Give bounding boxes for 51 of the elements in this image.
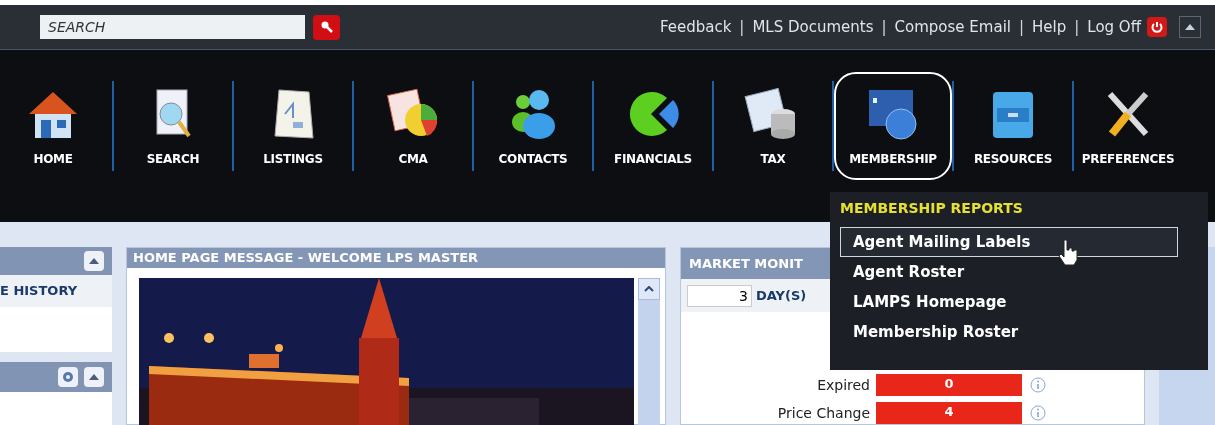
nav-item[interactable]: RESOURCES — [954, 72, 1072, 180]
days-label: DAY(S) — [756, 286, 807, 305]
separator: | — [739, 16, 745, 38]
info-icon — [1030, 377, 1046, 393]
nav-item[interactable]: TAX — [714, 72, 832, 180]
menu-item[interactable]: Agent Roster — [840, 257, 1178, 287]
history-link[interactable]: E HISTORY — [0, 281, 78, 301]
header-link[interactable]: Compose Email — [894, 15, 1011, 39]
search-icon — [319, 20, 334, 34]
separator: | — [1074, 16, 1080, 38]
nav-item[interactable]: HOME — [0, 72, 112, 180]
header-link[interactable]: MLS Documents — [752, 15, 874, 39]
search-button[interactable] — [313, 14, 340, 40]
collapse-button[interactable] — [1179, 16, 1201, 38]
settings-button[interactable] — [58, 367, 78, 387]
nav-item[interactable]: PREFERENCES — [1074, 72, 1182, 180]
stat-label: Price Change — [776, 403, 871, 423]
separator: | — [1018, 16, 1025, 38]
panel-title: MARKET MONIT — [689, 254, 803, 273]
settings-icon — [62, 371, 74, 383]
nav-item[interactable]: FINANCIALS — [594, 72, 712, 180]
nav-item[interactable]: MEMBERSHIP — [834, 72, 952, 180]
separator: | — [881, 16, 887, 38]
stat-label: Expired — [816, 375, 871, 395]
header-link[interactable]: Help — [1032, 15, 1067, 39]
hand-cursor-icon — [1058, 238, 1080, 266]
menu-item[interactable]: Agent Mailing Labels — [840, 227, 1178, 257]
stat-value: 0 — [876, 374, 1022, 396]
header-link[interactable]: Feedback — [659, 15, 732, 39]
info-icon — [1030, 405, 1046, 421]
nav-item[interactable]: LISTINGS — [234, 72, 352, 180]
nav-item[interactable]: CONTACTS — [474, 72, 592, 180]
up-arrow-icon — [89, 374, 99, 380]
collapse-button[interactable] — [84, 367, 104, 387]
scroll-up-button[interactable] — [638, 277, 660, 300]
power-button[interactable] — [1147, 17, 1167, 37]
menu-item[interactable]: Membership Roster — [840, 317, 1178, 347]
power-icon — [1151, 21, 1163, 33]
days-field[interactable]: 3 — [687, 284, 752, 307]
menu-item[interactable]: LAMPS Homepage — [840, 287, 1178, 317]
up-arrow-icon — [89, 258, 99, 264]
header-link[interactable]: Log Off — [1087, 15, 1141, 39]
nav-item[interactable]: SEARCH — [114, 72, 232, 180]
collapse-button[interactable] — [84, 251, 104, 271]
up-arrow-icon — [1185, 24, 1195, 30]
nav-item[interactable]: CMA — [354, 72, 472, 180]
chevron-up-icon — [644, 285, 654, 292]
panel-title: HOME PAGE MESSAGE - WELCOME LPS MASTER — [133, 249, 479, 267]
search-field[interactable]: SEARCH — [40, 15, 305, 39]
menu-title: MEMBERSHIP REPORTS — [840, 199, 1024, 218]
stat-value: 4 — [876, 402, 1022, 424]
